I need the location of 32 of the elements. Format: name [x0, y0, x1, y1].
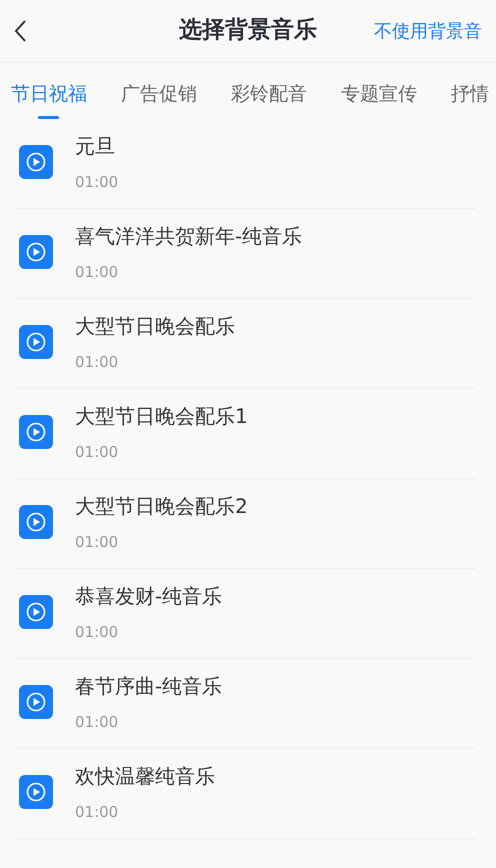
play-icon[interactable]: [19, 235, 53, 269]
category-tab[interactable]: 节日祝福: [0, 63, 87, 119]
play-icon[interactable]: [19, 415, 53, 449]
track-duration: 01:00: [75, 352, 120, 372]
play-icon[interactable]: [19, 325, 53, 359]
play-icon[interactable]: [19, 685, 53, 719]
page-title: 选择背景音乐: [179, 16, 317, 45]
no-music-link[interactable]: 不使用背景音: [374, 19, 482, 43]
category-tab[interactable]: 广告促销: [110, 63, 197, 119]
track-duration: 01:00: [75, 172, 118, 192]
track-title: 恭喜发财-纯音乐: [75, 583, 222, 609]
back-icon[interactable]: [13, 19, 27, 43]
category-tab[interactable]: 抒情: [440, 63, 489, 119]
track-duration: 01:00: [75, 802, 120, 822]
play-icon[interactable]: [19, 145, 53, 179]
play-icon[interactable]: [19, 775, 53, 809]
track-duration: 01:00: [75, 262, 120, 282]
track-title: 大型节日晚会配乐1: [75, 403, 248, 429]
play-icon[interactable]: [19, 595, 53, 629]
track-title: 欢快温馨纯音乐: [75, 763, 215, 789]
track-duration: 01:00: [75, 442, 120, 462]
category-tab[interactable]: 彩铃配音: [220, 63, 307, 119]
track-title: 喜气洋洋共贺新年-纯音乐: [75, 223, 302, 249]
track-title: 元旦: [75, 133, 116, 159]
track-title: 春节序曲-纯音乐: [75, 673, 222, 699]
track-duration: 01:00: [75, 712, 120, 732]
category-tab[interactable]: 专题宣传: [330, 63, 417, 119]
play-icon[interactable]: [19, 505, 53, 539]
track-duration: 01:00: [75, 622, 120, 642]
track-duration: 01:00: [75, 532, 120, 552]
track-title: 大型节日晚会配乐: [75, 313, 235, 339]
track-title: 大型节日晚会配乐2: [75, 493, 248, 519]
